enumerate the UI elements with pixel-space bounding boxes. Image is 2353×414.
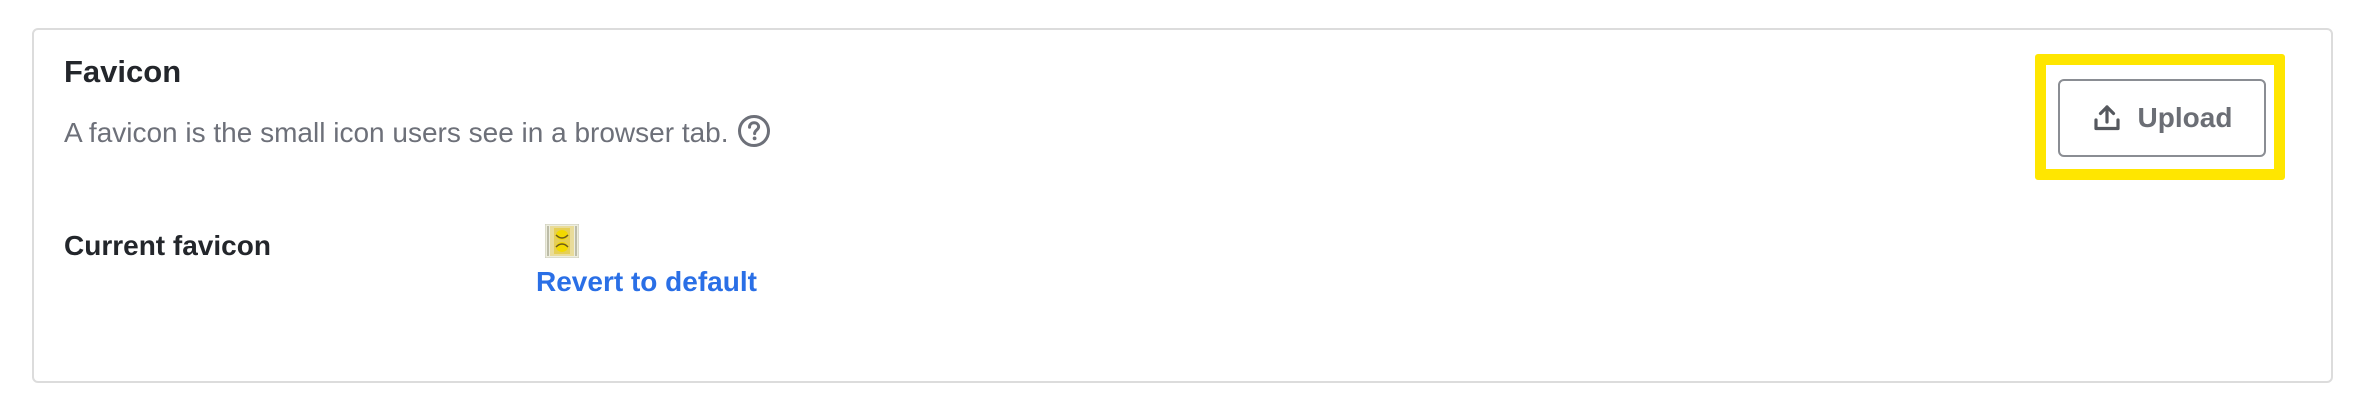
current-favicon-label: Current favicon (64, 230, 271, 261)
current-favicon-image (545, 224, 579, 258)
favicon-settings-card (32, 28, 2333, 383)
description-text: A favicon is the small icon users see in… (64, 117, 729, 148)
revert-to-default-link[interactable]: Revert to default (536, 268, 757, 296)
upload-button-label: Upload (2137, 102, 2233, 133)
section-title: Favicon (64, 54, 182, 89)
upload-icon (2092, 103, 2122, 133)
question-circle-icon[interactable] (737, 114, 771, 148)
upload-button[interactable]: Upload (2058, 79, 2266, 157)
section-description: A favicon is the small icon users see in… (64, 115, 771, 148)
